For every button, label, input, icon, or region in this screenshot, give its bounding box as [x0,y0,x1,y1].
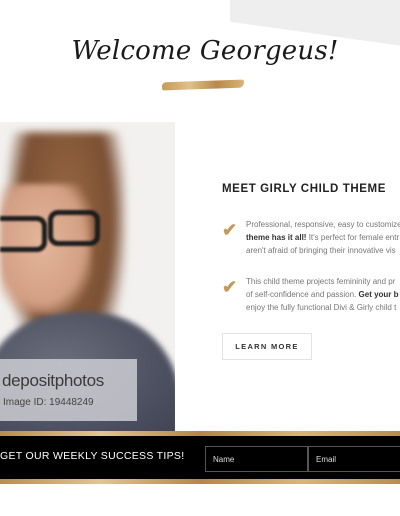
learn-more-button[interactable]: LEARN MORE [222,333,312,360]
feature-1-line-3: aren't afraid of bringing their innovati… [246,246,396,255]
feature-2-line-3: enjoy the fully functional Divi & Girly … [246,303,397,312]
email-input[interactable] [308,446,400,472]
feature-paragraph-2: This child theme projects femininity and… [246,275,400,314]
name-input[interactable] [205,446,308,472]
page-title: Welcome Georgeus! [71,36,339,66]
brush-stroke-divider [161,79,245,91]
watermark-brand: depositphotos [2,371,104,390]
feature-2-line-2: of self-confidence and passion. Get your… [246,290,399,299]
photo-glasses-right [48,210,100,246]
checkmark-icon: ✔ [222,220,238,240]
newsletter-bar: GET OUR WEEKLY SUCCESS TIPS! [0,431,400,484]
stock-watermark: depositphotos Image ID: 19448249 [0,359,137,421]
feature-1-line-1: Professional, responsive, easy to custom… [246,220,400,229]
feature-heading: MEET GIRLY CHILD THEME [222,183,386,195]
newsletter-bar-inner: GET OUR WEEKLY SUCCESS TIPS! [0,436,400,479]
watermark-image-id: Image ID: 19448249 [3,397,94,408]
photo-glasses-left [0,216,47,252]
feature-1-line-2: theme has it all! It's perfect for femal… [246,233,400,242]
checkmark-icon: ✔ [222,277,238,297]
newsletter-text: GET OUR WEEKLY SUCCESS TIPS! [0,450,185,462]
feature-2-line-1: This child theme projects femininity and… [246,277,396,286]
feature-paragraph-1: Professional, responsive, easy to custom… [246,218,400,257]
